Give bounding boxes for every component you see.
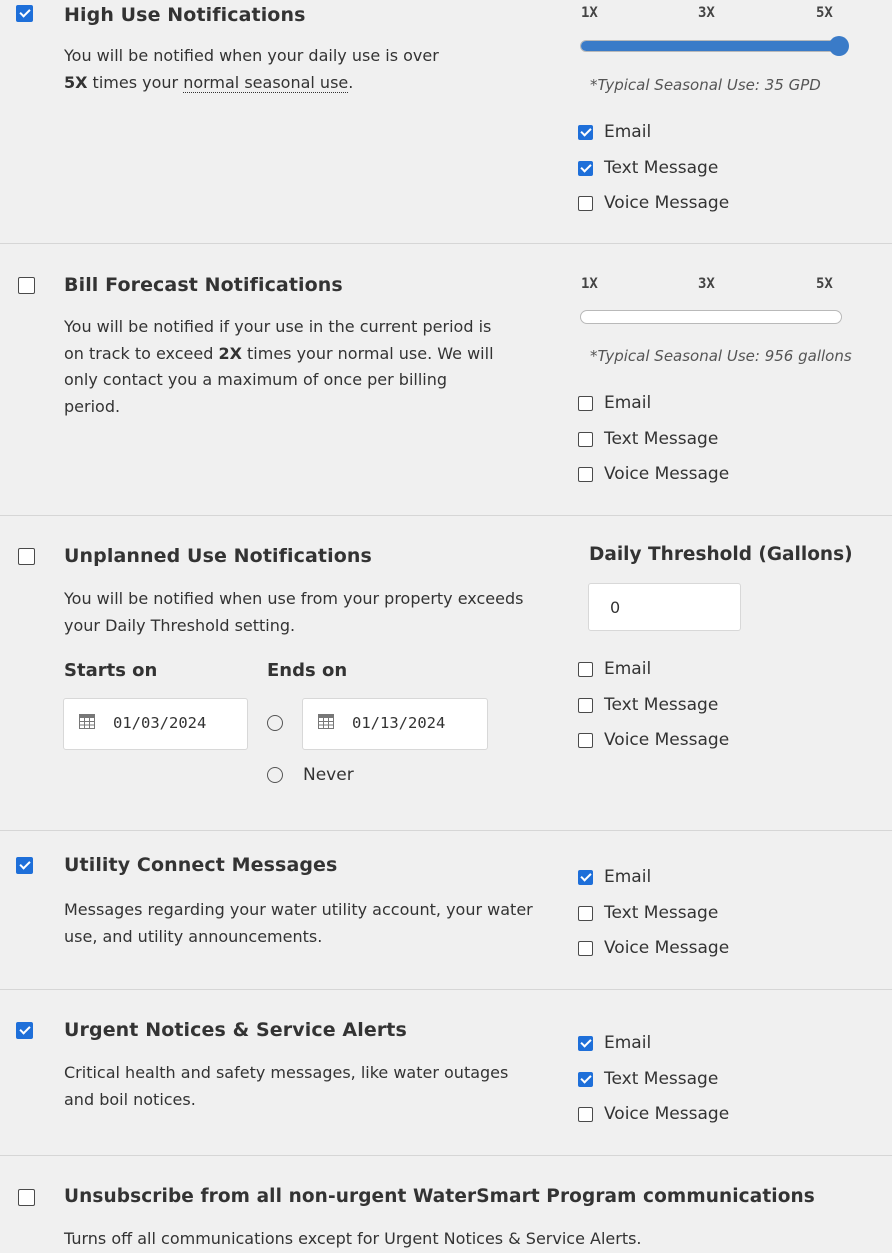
scale-label-5x: 5X <box>816 5 833 21</box>
urgent-text-label: Text Message <box>604 1069 719 1089</box>
high-use-text-label: Text Message <box>604 158 719 178</box>
ends-on-label: Ends on <box>267 660 348 681</box>
utility-connect-email-label: Email <box>604 867 652 887</box>
urgent-text-checkbox[interactable] <box>578 1072 593 1087</box>
normal-seasonal-use-link[interactable]: normal seasonal use <box>183 72 349 93</box>
urgent-email-checkbox[interactable] <box>578 1036 593 1051</box>
high-use-checkbox[interactable] <box>16 5 33 22</box>
high-use-title: High Use Notifications <box>64 4 306 26</box>
utility-connect-email-checkbox[interactable] <box>578 870 593 885</box>
ends-never-radio[interactable] <box>267 767 283 783</box>
unplanned-voice-checkbox[interactable] <box>578 733 593 748</box>
high-use-typical-use: *Typical Seasonal Use: 35 GPD <box>590 76 821 94</box>
unplanned-use-checkbox[interactable] <box>18 548 35 565</box>
unplanned-email-checkbox[interactable] <box>578 662 593 677</box>
high-use-voice-label: Voice Message <box>604 193 730 213</box>
unsubscribe-title: Unsubscribe from all non-urgent WaterSma… <box>64 1186 815 1207</box>
end-date-input[interactable]: 01/13/2024 <box>302 698 488 750</box>
bill-forecast-checkbox[interactable] <box>18 277 35 294</box>
utility-connect-voice-label: Voice Message <box>604 938 730 958</box>
divider <box>0 243 892 244</box>
divider <box>0 989 892 990</box>
urgent-voice-checkbox[interactable] <box>578 1107 593 1122</box>
daily-threshold-label: Daily Threshold (Gallons) <box>589 544 853 565</box>
utility-connect-title: Utility Connect Messages <box>64 854 338 876</box>
urgent-email-label: Email <box>604 1033 652 1053</box>
unplanned-text-checkbox[interactable] <box>578 698 593 713</box>
divider <box>0 830 892 831</box>
utility-connect-text-checkbox[interactable] <box>578 906 593 921</box>
calendar-icon <box>79 714 95 729</box>
scale-label-1x: 1X <box>581 5 598 21</box>
high-use-slider-thumb[interactable] <box>829 36 849 56</box>
bill-forecast-email-checkbox[interactable] <box>578 396 593 411</box>
unplanned-use-title: Unplanned Use Notifications <box>64 545 372 567</box>
bill-forecast-typical-use: *Typical Seasonal Use: 956 gallons <box>590 347 852 365</box>
bill-forecast-text-label: Text Message <box>604 429 719 449</box>
bill-forecast-title: Bill Forecast Notifications <box>64 274 343 296</box>
bill-forecast-slider-track[interactable] <box>580 310 842 324</box>
bill-forecast-description: You will be notified if your use in the … <box>64 317 494 416</box>
calendar-icon <box>318 714 334 729</box>
bill-forecast-text-checkbox[interactable] <box>578 432 593 447</box>
high-use-slider-fill <box>581 41 841 51</box>
daily-threshold-input[interactable]: 0 <box>588 583 741 631</box>
urgent-notices-checkbox[interactable] <box>16 1022 33 1039</box>
starts-on-label: Starts on <box>64 660 158 681</box>
unsubscribe-description: Turns off all communications except for … <box>64 1229 642 1248</box>
never-label: Never <box>303 765 354 785</box>
utility-connect-description: Messages regarding your water utility ac… <box>64 900 533 946</box>
utility-connect-checkbox[interactable] <box>16 857 33 874</box>
scale-label-1x: 1X <box>581 276 598 292</box>
scale-label-3x: 3X <box>698 5 715 21</box>
scale-label-5x: 5X <box>816 276 833 292</box>
scale-label-3x: 3X <box>698 276 715 292</box>
urgent-voice-label: Voice Message <box>604 1104 730 1124</box>
high-use-email-label: Email <box>604 122 652 142</box>
high-use-email-checkbox[interactable] <box>578 125 593 140</box>
unplanned-email-label: Email <box>604 659 652 679</box>
high-use-description: You will be notified when your daily use… <box>64 46 439 93</box>
utility-connect-voice-checkbox[interactable] <box>578 941 593 956</box>
divider <box>0 1155 892 1156</box>
start-date-value: 01/03/2024 <box>113 714 207 732</box>
bill-forecast-voice-checkbox[interactable] <box>578 467 593 482</box>
high-use-slider-track[interactable] <box>580 36 849 56</box>
unplanned-text-label: Text Message <box>604 695 719 715</box>
unplanned-use-description: You will be notified when use from your … <box>64 589 524 635</box>
urgent-notices-description: Critical health and safety messages, lik… <box>64 1063 509 1109</box>
high-use-voice-checkbox[interactable] <box>578 196 593 211</box>
high-use-text-checkbox[interactable] <box>578 161 593 176</box>
end-date-value: 01/13/2024 <box>352 714 446 732</box>
start-date-input[interactable]: 01/03/2024 <box>63 698 248 750</box>
ends-on-date-radio[interactable] <box>267 715 283 731</box>
bill-forecast-email-label: Email <box>604 393 652 413</box>
unsubscribe-checkbox[interactable] <box>18 1189 35 1206</box>
unplanned-voice-label: Voice Message <box>604 730 730 750</box>
utility-connect-text-label: Text Message <box>604 903 719 923</box>
urgent-notices-title: Urgent Notices & Service Alerts <box>64 1019 407 1041</box>
divider <box>0 515 892 516</box>
bill-forecast-voice-label: Voice Message <box>604 464 730 484</box>
